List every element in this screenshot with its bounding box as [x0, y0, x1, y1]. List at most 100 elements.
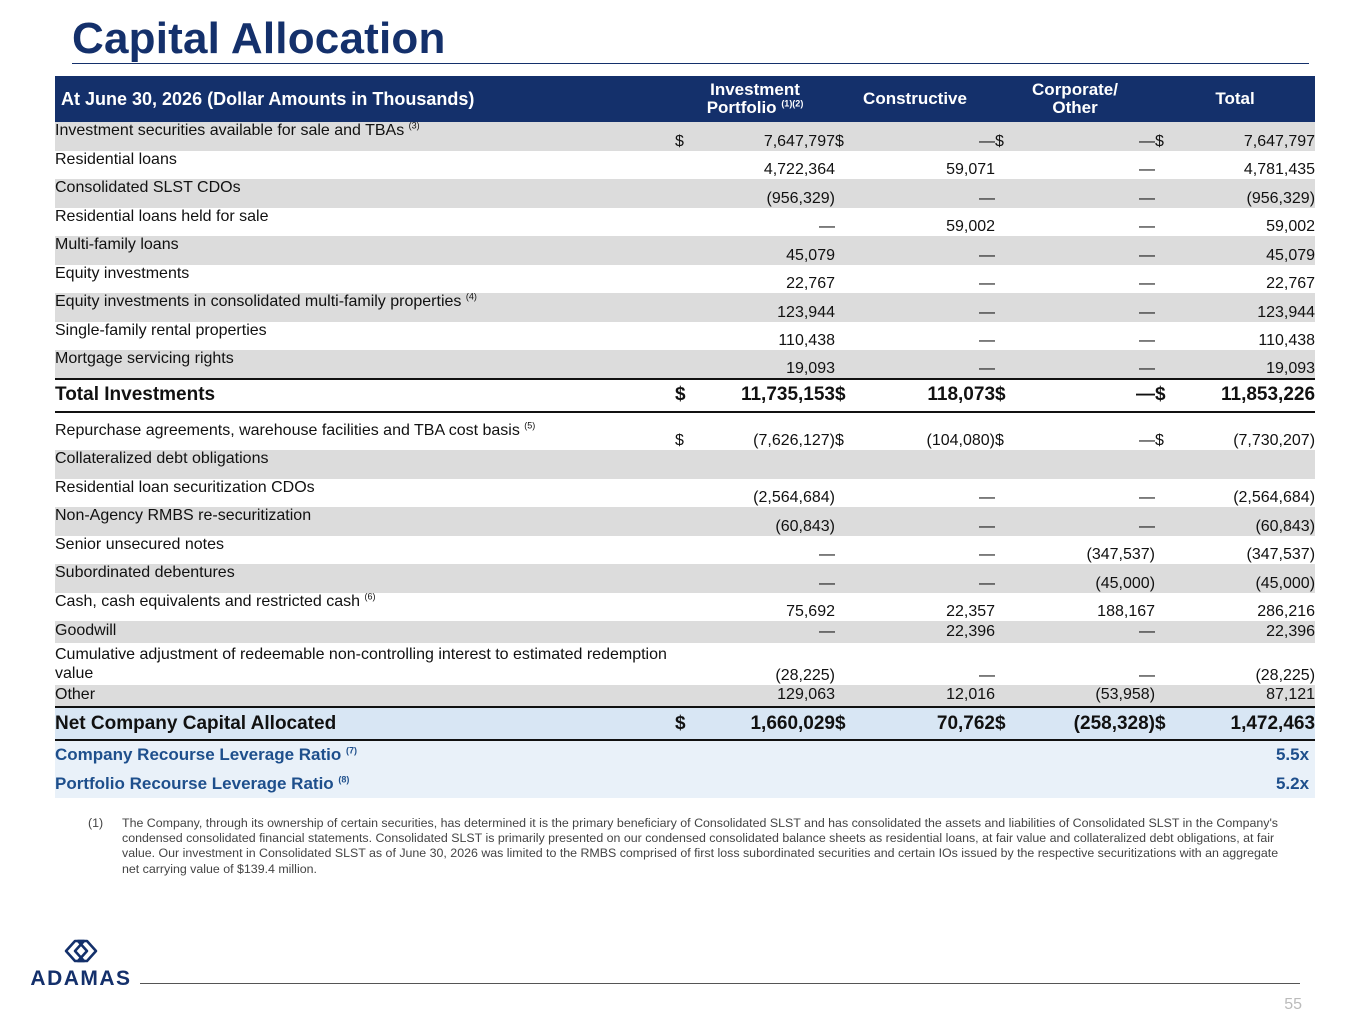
value-col-4: 4,781,435	[1243, 161, 1316, 178]
currency-symbol	[1155, 350, 1185, 379]
value-col-2: 59,071	[946, 161, 996, 178]
row-label: Senior unsecured notes	[55, 536, 675, 565]
row-label-text: Goodwill	[55, 622, 117, 639]
currency-symbol: $	[835, 432, 844, 449]
value-col-2: —	[979, 667, 996, 684]
value-col-4	[1185, 450, 1315, 479]
row-label: Total Investments	[55, 379, 675, 412]
currency-symbol	[995, 450, 1025, 479]
value-col-4: (7,730,207)	[1233, 432, 1316, 449]
value-col-1: 129,063	[777, 686, 835, 703]
value-col-4: 45,079	[1266, 246, 1316, 264]
value-col-3: —	[1139, 161, 1156, 178]
page-number: 55	[1284, 996, 1302, 1013]
value-col-4: (347,537)	[1246, 546, 1316, 563]
table-row: Cash, cash equivalents and restricted ca…	[55, 591, 1316, 622]
row-label-text: Other	[55, 686, 96, 703]
leverage-ratio-row: Company Recourse Leverage Ratio (7) 5.5x	[55, 740, 1316, 769]
currency-symbol	[1155, 322, 1185, 351]
leverage-ratio-row: Portfolio Recourse Leverage Ratio (8) 5.2…	[55, 769, 1316, 798]
value-col-3	[1025, 450, 1155, 479]
value-col-3: (45,000)	[1095, 574, 1156, 592]
currency-symbol: $	[675, 384, 686, 405]
currency-symbol	[675, 151, 705, 180]
ratio-label-text: Portfolio Recourse Leverage Ratio	[55, 773, 334, 793]
value-col-3: —	[1139, 517, 1156, 535]
value-col-4: 1,472,463	[1230, 712, 1316, 734]
currency-symbol	[675, 536, 705, 565]
footnote-marker: (1)	[88, 816, 104, 830]
currency-symbol: $	[995, 712, 1006, 734]
row-footnote-ref: (6)	[364, 591, 376, 602]
header-total: Total	[1215, 89, 1255, 108]
currency-symbol	[1155, 265, 1185, 294]
value-col-3: —	[1139, 275, 1156, 292]
page-title: Capital Allocation	[72, 14, 446, 63]
currency-symbol	[675, 322, 705, 351]
table-header-row: At June 30, 2026 (Dollar Amounts in Thou…	[55, 76, 1316, 122]
currency-symbol	[835, 151, 865, 180]
value-col-1: 110,438	[778, 332, 835, 349]
row-label-text: Cash, cash equivalents and restricted ca…	[55, 592, 361, 610]
currency-symbol: $	[675, 712, 686, 734]
value-col-3: (258,328)	[1073, 712, 1156, 734]
value-col-3: —	[1139, 189, 1156, 207]
value-col-3: —	[1139, 359, 1156, 377]
value-col-2: —	[979, 489, 996, 506]
value-col-2: —	[979, 246, 996, 264]
table-row: Non-Agency RMBS re-securitization (60,843…	[55, 507, 1316, 536]
row-label: Residential loans held for sale	[55, 208, 675, 237]
currency-symbol	[835, 564, 865, 593]
value-col-4: (956,329)	[1246, 189, 1316, 207]
row-label-text: Repurchase agreements, warehouse facilit…	[55, 421, 520, 439]
row-label-text: Senior unsecured notes	[55, 535, 224, 553]
currency-symbol	[995, 479, 1025, 508]
spacer-row	[55, 411, 1316, 422]
currency-symbol: $	[995, 132, 1004, 150]
currency-symbol	[1155, 179, 1185, 208]
value-col-1: 11,735,153	[740, 384, 835, 405]
table-row: Other 129,063 12,016 (53,958) 87,121	[55, 685, 1316, 707]
value-col-1: 7,647,797	[763, 132, 835, 150]
value-col-1: (956,329)	[766, 189, 836, 207]
value-col-1: 1,660,029	[750, 712, 835, 734]
table-row: Investment securities available for sale…	[55, 121, 1316, 151]
value-col-3: —	[1139, 246, 1156, 264]
table-row: Multi-family loans 45,079 — — 45,079	[55, 236, 1316, 265]
value-col-4: 123,944	[1257, 303, 1316, 321]
currency-symbol: $	[835, 132, 844, 150]
row-label: Cash, cash equivalents and restricted ca…	[55, 591, 675, 622]
currency-symbol: $	[835, 384, 846, 405]
footer-divider	[140, 983, 1300, 984]
header-col3-line2: Other	[1052, 98, 1098, 117]
value-col-3: —	[1139, 489, 1156, 506]
table-row: Collateralized debt obligations	[55, 450, 1316, 479]
currency-symbol	[835, 265, 865, 294]
value-col-4: (45,000)	[1255, 574, 1316, 592]
value-col-1: —	[819, 218, 835, 235]
row-label: Other	[55, 685, 675, 707]
row-label: Consolidated SLST CDOs	[55, 179, 675, 208]
net-capital-row: Net Company Capital Allocated $1,660,029 $…	[55, 707, 1316, 740]
value-col-4: 87,121	[1266, 686, 1316, 703]
value-col-3: (53,958)	[1095, 686, 1156, 703]
value-col-3: 188,167	[1097, 603, 1156, 620]
row-label: Single-family rental properties	[55, 322, 675, 351]
currency-symbol	[835, 350, 865, 379]
currency-symbol	[995, 322, 1025, 351]
currency-symbol	[1155, 621, 1185, 643]
currency-symbol	[995, 350, 1025, 379]
currency-symbol: $	[1155, 132, 1164, 150]
currency-symbol	[835, 593, 865, 622]
currency-symbol	[995, 643, 1025, 685]
title-divider	[72, 63, 1309, 64]
currency-symbol	[675, 643, 705, 685]
currency-symbol	[675, 179, 705, 208]
company-logo: ADAMAS	[26, 937, 136, 991]
value-col-1: (28,225)	[775, 667, 835, 684]
currency-symbol	[675, 350, 705, 379]
header-investment-portfolio: Investment Portfolio (1)(2)	[675, 76, 835, 122]
currency-symbol	[1155, 479, 1185, 508]
row-label-text: Investment securities available for sale…	[55, 122, 405, 139]
currency-symbol	[675, 564, 705, 593]
